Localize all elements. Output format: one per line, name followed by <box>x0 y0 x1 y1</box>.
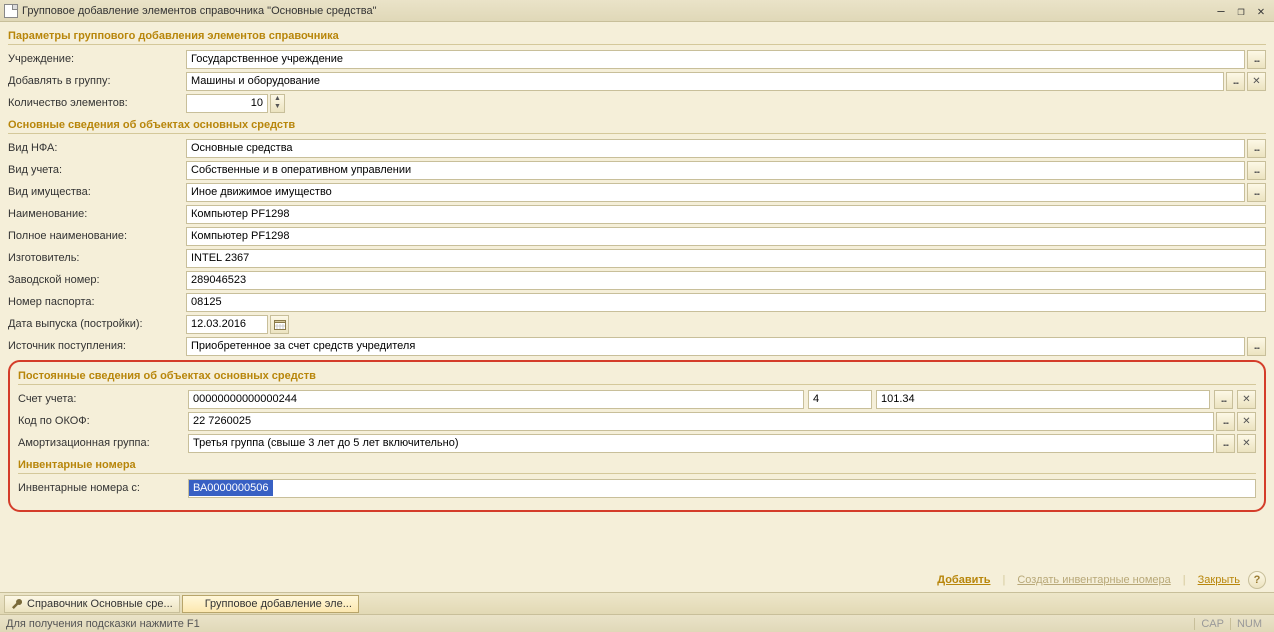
section-permanent: Постоянные сведения об объектах основных… <box>18 366 1256 385</box>
label-inv-from: Инвентарные номера с: <box>18 482 188 494</box>
section-basic: Основные сведения об объектах основных с… <box>8 115 1266 134</box>
group-clear-button[interactable]: ✕ <box>1247 72 1266 91</box>
nfa-type-select-button[interactable]: ... <box>1247 139 1266 158</box>
add-button[interactable]: Добавить <box>937 574 990 586</box>
close-window-button[interactable]: ✕ <box>1252 3 1270 19</box>
label-property-type: Вид имущества: <box>8 186 186 198</box>
highlighted-permanent-section: Постоянные сведения об объектах основных… <box>8 360 1266 512</box>
institution-select-button[interactable]: ... <box>1247 50 1266 69</box>
property-type-select-button[interactable]: ... <box>1247 183 1266 202</box>
amort-group-select-button[interactable]: ... <box>1216 434 1235 453</box>
taskbar-ref-button[interactable]: Справочник Основные сре... <box>4 595 180 613</box>
inv-from-selection: ВА0000000506 <box>189 480 273 496</box>
account-clear-button[interactable]: ✕ <box>1237 390 1256 409</box>
section-inventory: Инвентарные номера <box>18 455 1256 474</box>
label-add-to-group: Добавлять в группу: <box>8 75 186 87</box>
label-nfa-type: Вид НФА: <box>8 142 186 154</box>
divider: | <box>1003 574 1006 586</box>
restore-button[interactable]: ❐ <box>1232 3 1250 19</box>
statusbar-hint: Для получения подсказки нажмите F1 <box>6 618 200 630</box>
window-title: Групповое добавление элементов справочни… <box>22 5 1212 17</box>
titlebar: Групповое добавление элементов справочни… <box>0 0 1274 22</box>
count-spinner[interactable]: ▲▼ <box>270 94 285 113</box>
add-to-group-input[interactable] <box>186 72 1224 91</box>
accounting-type-select-button[interactable]: ... <box>1247 161 1266 180</box>
num-indicator: NUM <box>1230 618 1268 630</box>
calendar-icon <box>274 319 286 330</box>
name-input[interactable] <box>186 205 1266 224</box>
taskbar-group-add-button[interactable]: Групповое добавление эле... <box>182 595 359 613</box>
label-source: Источник поступления: <box>8 340 186 352</box>
window-controls: — ❐ ✕ <box>1212 3 1270 19</box>
label-manufacturer: Изготовитель: <box>8 252 186 264</box>
label-name: Наименование: <box>8 208 186 220</box>
label-account: Счет учета: <box>18 393 188 405</box>
nfa-type-input[interactable] <box>186 139 1245 158</box>
count-input[interactable] <box>186 94 268 113</box>
group-select-button[interactable]: ... <box>1226 72 1245 91</box>
source-input[interactable] <box>186 337 1245 356</box>
property-type-input[interactable] <box>186 183 1245 202</box>
manufacturer-input[interactable] <box>186 249 1266 268</box>
account-select-button[interactable]: ... <box>1214 390 1233 409</box>
label-accounting-type: Вид учета: <box>8 164 186 176</box>
factory-number-input[interactable] <box>186 271 1266 290</box>
label-amort-group: Амортизационная группа: <box>18 437 188 449</box>
document-icon <box>4 4 18 18</box>
amort-group-clear-button[interactable]: ✕ <box>1237 434 1256 453</box>
inv-from-input[interactable]: ВА0000000506 <box>188 479 1256 498</box>
cap-indicator: CAP <box>1194 618 1230 630</box>
account-main-input[interactable] <box>188 390 804 409</box>
label-factory-number: Заводской номер: <box>8 274 186 286</box>
label-okof: Код по ОКОФ: <box>18 415 188 427</box>
account-code-input[interactable] <box>876 390 1210 409</box>
source-select-button[interactable]: ... <box>1247 337 1266 356</box>
passport-number-input[interactable] <box>186 293 1266 312</box>
label-full-name: Полное наименование: <box>8 230 186 242</box>
label-count: Количество элементов: <box>8 97 186 109</box>
amort-group-input[interactable] <box>188 434 1214 453</box>
wrench-icon <box>11 598 23 610</box>
action-bar: Добавить | Создать инвентарные номера | … <box>0 568 1274 592</box>
accounting-type-input[interactable] <box>186 161 1245 180</box>
label-release-date: Дата выпуска (постройки): <box>8 318 186 330</box>
label-institution: Учреждение: <box>8 53 186 65</box>
create-inv-button[interactable]: Создать инвентарные номера <box>1017 574 1170 586</box>
close-button[interactable]: Закрыть <box>1198 574 1240 586</box>
statusbar: Для получения подсказки нажмите F1 CAP N… <box>0 614 1274 632</box>
minimize-button[interactable]: — <box>1212 3 1230 19</box>
okof-clear-button[interactable]: ✕ <box>1237 412 1256 431</box>
label-passport-number: Номер паспорта: <box>8 296 186 308</box>
institution-input[interactable] <box>186 50 1245 69</box>
calendar-button[interactable] <box>270 315 289 334</box>
help-button[interactable]: ? <box>1248 571 1266 589</box>
content-area: Параметры группового добавления элементо… <box>0 22 1274 592</box>
account-sub-input[interactable] <box>808 390 872 409</box>
divider: | <box>1183 574 1186 586</box>
taskbar-ref-label: Справочник Основные сре... <box>27 598 173 610</box>
release-date-input[interactable] <box>186 315 268 334</box>
taskbar-group-add-label: Групповое добавление эле... <box>205 598 352 610</box>
taskbar: Справочник Основные сре... Групповое доб… <box>0 592 1274 614</box>
okof-select-button[interactable]: ... <box>1216 412 1235 431</box>
document-icon <box>189 598 201 610</box>
okof-input[interactable] <box>188 412 1214 431</box>
full-name-input[interactable] <box>186 227 1266 246</box>
section-params: Параметры группового добавления элементо… <box>8 26 1266 45</box>
